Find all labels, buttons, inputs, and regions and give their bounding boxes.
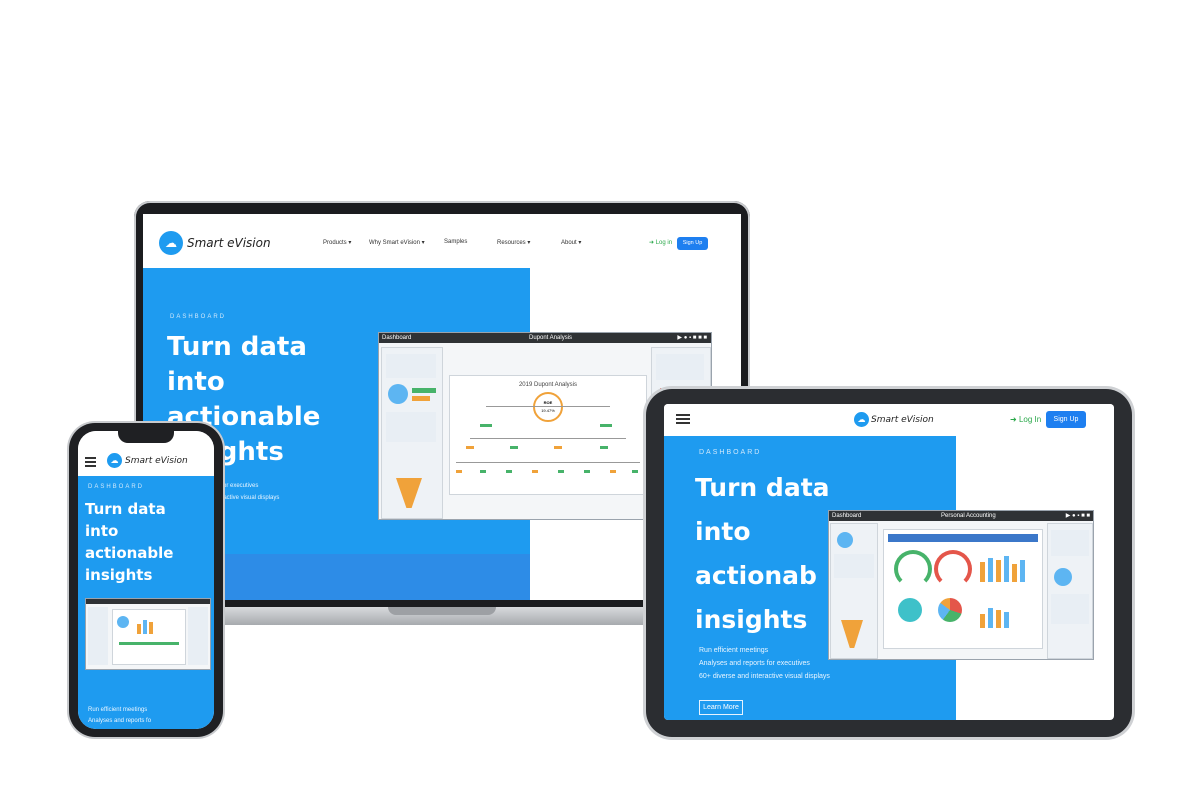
dashboard-titlebar: Dashboard Personal Accounting ▶ ● ▪ ■ ■: [829, 511, 1093, 521]
cloud-logo-icon: ☁: [107, 453, 122, 468]
nav-item-products[interactable]: Products ▾: [323, 239, 351, 246]
menu-icon[interactable]: [85, 455, 96, 469]
hero-eyebrow: DASHBOARD: [88, 484, 145, 490]
dashboard-preview[interactable]: [85, 598, 211, 670]
brand-name[interactable]: Smart eVision: [125, 456, 188, 466]
login-link[interactable]: ➜ Log In: [1010, 415, 1041, 424]
hero-headline: Turn data into actionable insights: [85, 500, 174, 584]
nav-item-samples[interactable]: Samples: [444, 239, 467, 245]
chart-title: 2019 Dupont Analysis: [518, 382, 578, 388]
dupont-chart: 2019 Dupont Analysis ROE 19.47%: [449, 375, 647, 495]
side-panel-right: [1047, 523, 1093, 659]
brand-name[interactable]: Smart eVision: [871, 415, 934, 425]
toolbar-icons[interactable]: ▶ ● ▪ ■ ■ ■: [677, 333, 707, 343]
nav-item-about[interactable]: About ▾: [561, 239, 581, 246]
cloud-logo-icon: ☁: [854, 412, 869, 427]
accounting-panel: [883, 529, 1043, 649]
menu-icon[interactable]: [676, 412, 690, 426]
nav-item-why[interactable]: Why Smart eVision ▾: [369, 239, 425, 246]
roe-node: ROE 19.47%: [533, 392, 563, 422]
toolbar-icons[interactable]: ▶ ● ▪ ■ ■: [1066, 511, 1090, 521]
side-panel-left: [381, 347, 443, 519]
side-panel-left: [830, 523, 878, 659]
learn-more-button[interactable]: Learn More: [699, 700, 743, 715]
login-link[interactable]: ➜ Log in: [649, 239, 672, 246]
dashboard-titlebar: [86, 599, 210, 604]
laptop-notch: [388, 607, 496, 615]
dashboard-preview[interactable]: Dashboard Personal Accounting ▶ ● ▪ ■ ■: [828, 510, 1094, 660]
hero-bullets: Run efficient meetings Analyses and repo…: [699, 647, 830, 680]
hero-eyebrow: DASHBOARD: [699, 449, 762, 456]
signup-button[interactable]: Sign Up: [677, 237, 708, 250]
laptop-navbar: ☁ Smart eVision Products ▾ Why Smart eVi…: [143, 214, 741, 268]
signup-button[interactable]: Sign Up: [1046, 411, 1086, 428]
brand-name[interactable]: Smart eVision: [187, 236, 271, 250]
hero-eyebrow: DASHBOARD: [170, 314, 227, 320]
nav-item-resources[interactable]: Resources ▾: [497, 239, 530, 246]
hero-bullets: Run efficient meetings Analyses and repo…: [88, 707, 152, 724]
dashboard-titlebar: Dashboard Dupont Analysis ▶ ● ▪ ■ ■ ■: [379, 333, 711, 343]
tablet-screen: ☁ Smart eVision ➜ Log In Sign Up DASHBOA…: [664, 404, 1114, 720]
tablet-navbar: ☁ Smart eVision ➜ Log In Sign Up: [664, 404, 1114, 436]
cloud-logo-icon: ☁: [159, 231, 183, 255]
phone-screen: ☁ Smart eVision DASHBOARD Turn data into…: [78, 431, 214, 729]
hero-headline: Turn data into actionab insights: [695, 473, 830, 634]
phone-notch: [118, 427, 174, 443]
